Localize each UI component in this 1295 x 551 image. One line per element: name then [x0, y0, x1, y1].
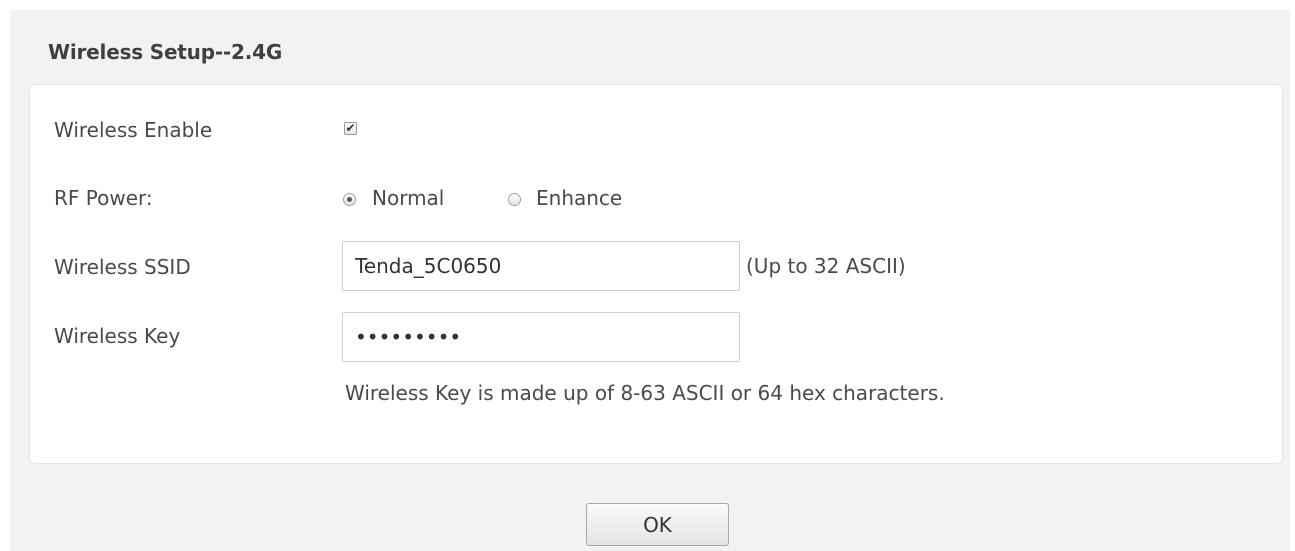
ssid-hint: (Up to 32 ASCII) [746, 254, 906, 278]
rf-power-enhance-radio[interactable] [508, 193, 521, 206]
rf-power-enhance-label[interactable]: Enhance [536, 186, 622, 210]
rf-power-normal-radio[interactable] [343, 193, 356, 206]
wireless-enable-label: Wireless Enable [54, 118, 213, 142]
wireless-key-input[interactable] [342, 312, 740, 362]
wireless-key-hint: Wireless Key is made up of 8-63 ASCII or… [345, 381, 945, 405]
wireless-ssid-input[interactable] [342, 241, 740, 291]
wireless-enable-checkbox[interactable]: ✔ [344, 122, 357, 135]
wireless-ssid-label: Wireless SSID [54, 255, 191, 279]
rf-power-label: RF Power: [54, 186, 153, 210]
rf-power-normal-label[interactable]: Normal [372, 186, 444, 210]
section-title: Wireless Setup--2.4G [48, 40, 283, 64]
wireless-key-label: Wireless Key [54, 324, 181, 348]
ok-button[interactable]: OK [586, 503, 729, 546]
